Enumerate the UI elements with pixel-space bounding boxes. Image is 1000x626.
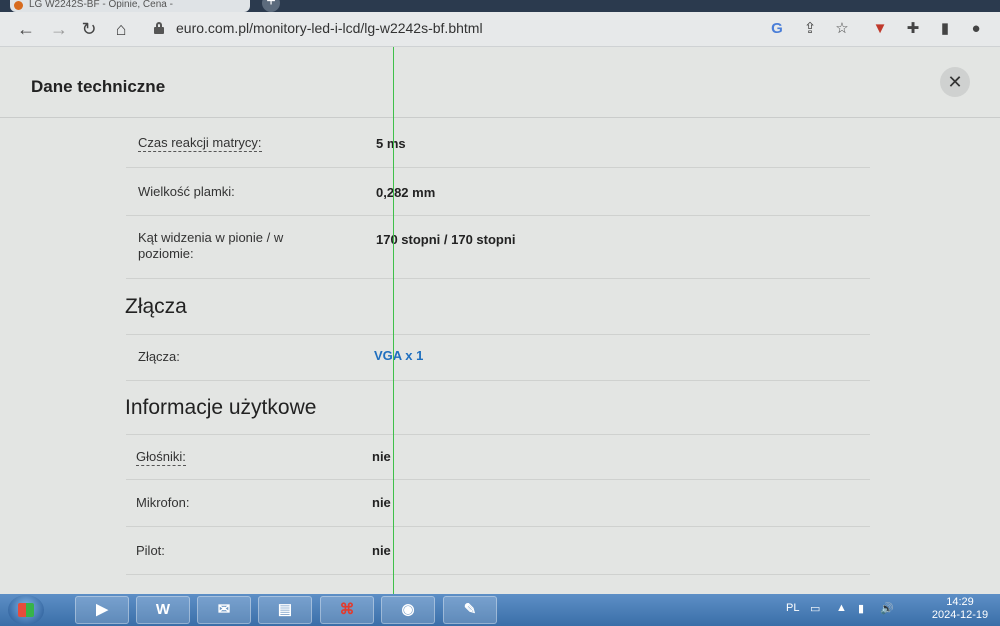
- tab-title: LG W2242S-BF - Opinie, Cena -: [29, 0, 173, 10]
- spec-label: Kąt widzenia w pionie / w poziomie:: [138, 230, 284, 261]
- media-player-icon[interactable]: ▶: [75, 596, 129, 624]
- power-icon[interactable]: ▮: [858, 602, 864, 615]
- keyboard-icon[interactable]: ▭: [810, 602, 820, 615]
- spec-label[interactable]: Głośniki:: [136, 449, 186, 466]
- clock-time: 14:29: [946, 596, 974, 608]
- outlook-icon[interactable]: ✉: [197, 596, 251, 624]
- tab-strip: LG W2242S-BF - Opinie, Cena - +: [0, 0, 1000, 12]
- spec-row: Złącza: VGA x 1: [126, 334, 870, 381]
- dialog-header: Dane techniczne ✕: [0, 47, 1000, 119]
- close-icon[interactable]: ✕: [940, 67, 970, 97]
- spec-value: nie: [372, 495, 391, 510]
- address-bar[interactable]: euro.com.pl/monitory-led-i-lcd/lg-w2242s…: [142, 17, 742, 41]
- spec-label: Mikrofon:: [136, 495, 190, 510]
- browser-toolbar: ← → ↻ ⌂ euro.com.pl/monitory-led-i-lcd/l…: [0, 12, 1000, 47]
- spec-label[interactable]: Czas reakcji matrycy:: [138, 135, 262, 152]
- spec-value: 5 ms: [376, 136, 406, 151]
- page-content: Dane techniczne ✕ Czas reakcji matrycy: …: [0, 47, 1000, 594]
- extension-pocket-icon[interactable]: ▼: [870, 19, 890, 39]
- spec-row: Czas reakcji matrycy: 5 ms: [126, 119, 870, 168]
- start-button[interactable]: [8, 595, 44, 625]
- show-hidden-icons-icon[interactable]: ▲: [836, 602, 847, 614]
- url-text[interactable]: euro.com.pl/monitory-led-i-lcd/lg-w2242s…: [176, 20, 483, 36]
- spec-value: nie: [372, 543, 391, 558]
- spec-label: Pilot:: [136, 543, 165, 558]
- profile-icon[interactable]: ●: [966, 19, 986, 39]
- vertical-guide-line: [393, 47, 394, 594]
- dialog-title: Dane techniczne: [31, 77, 166, 96]
- spec-row: Pilot: nie: [126, 527, 870, 575]
- file-explorer-icon[interactable]: ▤: [258, 596, 312, 624]
- clock-date: 2024-12-19: [931, 609, 989, 621]
- header-divider: [0, 117, 1000, 118]
- share-icon[interactable]: ⇪: [800, 19, 820, 39]
- extensions-puzzle-icon[interactable]: ✚: [903, 19, 923, 39]
- volume-icon[interactable]: 🔊: [880, 602, 894, 615]
- spec-row: Wielkość plamki: 0,282 mm: [126, 168, 870, 216]
- reload-icon[interactable]: ↻: [78, 18, 100, 40]
- spec-label: Złącza:: [138, 349, 180, 364]
- home-icon[interactable]: ⌂: [110, 18, 132, 40]
- windows-logo-icon: [18, 603, 34, 617]
- paint-icon[interactable]: ✎: [443, 596, 497, 624]
- taskbar: ▶ W ✉ ▤ ⌘ ◉ ✎ PL ▭ ▲ ▮ 🔊 14:29 2024-12-1…: [0, 594, 1000, 626]
- browser-tab[interactable]: LG W2242S-BF - Opinie, Cena -: [10, 0, 250, 12]
- language-indicator[interactable]: PL: [786, 602, 799, 614]
- forward-arrow-icon[interactable]: →: [48, 18, 70, 40]
- word-icon[interactable]: W: [136, 596, 190, 624]
- spec-label: Wielkość plamki:: [138, 184, 235, 199]
- side-panel-icon[interactable]: ▮: [935, 19, 955, 39]
- chrome-icon[interactable]: ◉: [381, 596, 435, 624]
- spec-row: Mikrofon: nie: [126, 479, 870, 527]
- bookmark-star-icon[interactable]: ☆: [832, 19, 852, 39]
- lock-icon: [154, 22, 164, 34]
- section-title-connectors: Złącza: [125, 295, 187, 318]
- spec-row: Kąt widzenia w pionie / w poziomie: 170 …: [126, 216, 870, 279]
- site-favicon-icon: [14, 1, 23, 10]
- google-icon[interactable]: G: [767, 19, 787, 39]
- clock[interactable]: 14:29 2024-12-19: [930, 596, 990, 622]
- back-arrow-icon[interactable]: ←: [15, 18, 37, 40]
- spec-row: Głośniki: nie: [126, 434, 870, 480]
- acrobat-icon[interactable]: ⌘: [320, 596, 374, 624]
- spec-value: nie: [372, 449, 391, 464]
- spec-value: 170 stopni / 170 stopni: [376, 232, 516, 247]
- spec-value-link[interactable]: VGA x 1: [374, 348, 423, 363]
- spec-value: 0,282 mm: [376, 185, 436, 200]
- new-tab-button[interactable]: +: [262, 0, 280, 12]
- section-title-usage: Informacje użytkowe: [125, 396, 317, 419]
